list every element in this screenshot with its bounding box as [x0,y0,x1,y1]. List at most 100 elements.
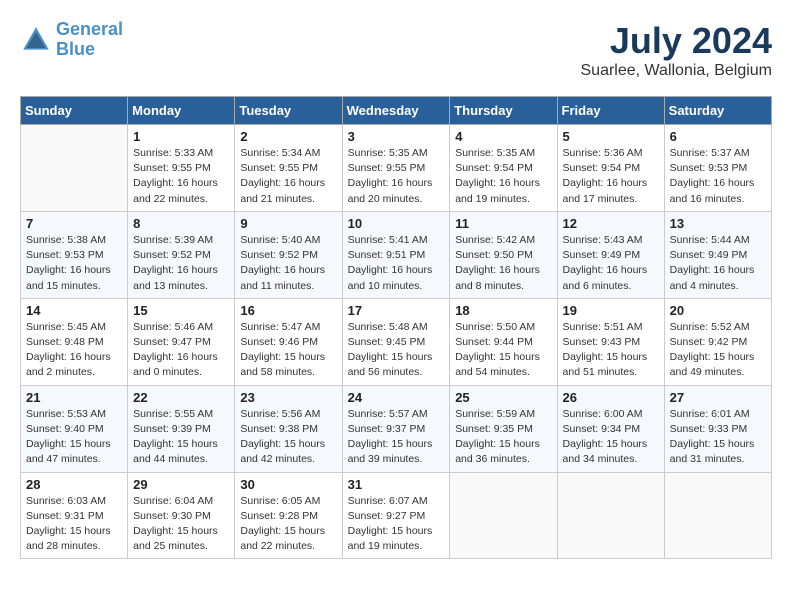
day-number: 6 [670,129,766,144]
day-info: Sunrise: 5:46 AM Sunset: 9:47 PM Dayligh… [133,320,229,381]
day-info: Sunrise: 5:45 AM Sunset: 9:48 PM Dayligh… [26,320,122,381]
calendar-cell: 31Sunrise: 6:07 AM Sunset: 9:27 PM Dayli… [342,472,450,559]
calendar-cell: 16Sunrise: 5:47 AM Sunset: 9:46 PM Dayli… [235,298,342,385]
calendar-cell [664,472,771,559]
day-info: Sunrise: 5:40 AM Sunset: 9:52 PM Dayligh… [240,233,336,294]
day-info: Sunrise: 5:37 AM Sunset: 9:53 PM Dayligh… [670,146,766,207]
calendar-cell: 10 Sunrise: 5:41 AM Sunset: 9:51 PM Dayli… [342,211,450,298]
day-number: 24 [348,390,445,405]
calendar-cell: 8 Sunrise: 5:39 AM Sunset: 9:52 PM Daylig… [128,211,235,298]
page-header: General Blue July 2024 Suarlee, Wallonia… [20,20,772,80]
day-info: Sunrise: 5:51 AM Sunset: 9:43 PM Dayligh… [563,320,659,381]
day-number: 7 [26,216,122,231]
calendar-cell: 3 Sunrise: 5:35 AM Sunset: 9:55 PM Daylig… [342,125,450,212]
calendar-cell [557,472,664,559]
calendar-cell: 26 Sunrise: 6:00 AM Sunset: 9:34 PM Dayli… [557,385,664,472]
day-info: Sunrise: 5:57 AM Sunset: 9:37 PM Dayligh… [348,407,445,468]
week-row-3: 14 Sunrise: 5:45 AM Sunset: 9:48 PM Dayli… [21,298,772,385]
day-number: 11 [455,216,551,231]
calendar-cell [450,472,557,559]
day-number: 4 [455,129,551,144]
col-header-sunday: Sunday [21,97,128,125]
calendar-cell: 14 Sunrise: 5:45 AM Sunset: 9:48 PM Dayli… [21,298,128,385]
day-number: 9 [240,216,336,231]
day-number: 5 [563,129,659,144]
calendar-cell: 4Sunrise: 5:35 AM Sunset: 9:54 PM Daylig… [450,125,557,212]
calendar-cell: 5 Sunrise: 5:36 AM Sunset: 9:54 PM Daylig… [557,125,664,212]
week-row-2: 7 Sunrise: 5:38 AM Sunset: 9:53 PM Daylig… [21,211,772,298]
day-number: 21 [26,390,122,405]
week-row-4: 21Sunrise: 5:53 AM Sunset: 9:40 PM Dayli… [21,385,772,472]
day-info: Sunrise: 5:34 AM Sunset: 9:55 PM Dayligh… [240,146,336,207]
day-info: Sunrise: 5:42 AM Sunset: 9:50 PM Dayligh… [455,233,551,294]
col-header-tuesday: Tuesday [235,97,342,125]
calendar-cell: 30 Sunrise: 6:05 AM Sunset: 9:28 PM Dayli… [235,472,342,559]
day-number: 2 [240,129,336,144]
day-info: Sunrise: 5:59 AM Sunset: 9:35 PM Dayligh… [455,407,551,468]
day-info: Sunrise: 5:43 AM Sunset: 9:49 PM Dayligh… [563,233,659,294]
day-number: 30 [240,477,336,492]
day-number: 3 [348,129,445,144]
calendar-cell: 9 Sunrise: 5:40 AM Sunset: 9:52 PM Daylig… [235,211,342,298]
month-title: July 2024 [581,20,773,62]
calendar-cell: 13 Sunrise: 5:44 AM Sunset: 9:49 PM Dayli… [664,211,771,298]
calendar-cell: 11 Sunrise: 5:42 AM Sunset: 9:50 PM Dayli… [450,211,557,298]
day-number: 10 [348,216,445,231]
day-number: 16 [240,303,336,318]
logo-text2: Blue [56,40,123,60]
logo: General Blue [20,20,123,60]
day-number: 20 [670,303,766,318]
day-number: 8 [133,216,229,231]
day-number: 18 [455,303,551,318]
calendar-cell: 15Sunrise: 5:46 AM Sunset: 9:47 PM Dayli… [128,298,235,385]
calendar-cell: 21Sunrise: 5:53 AM Sunset: 9:40 PM Dayli… [21,385,128,472]
calendar-cell: 25 Sunrise: 5:59 AM Sunset: 9:35 PM Dayli… [450,385,557,472]
day-info: Sunrise: 5:41 AM Sunset: 9:51 PM Dayligh… [348,233,445,294]
day-info: Sunrise: 5:38 AM Sunset: 9:53 PM Dayligh… [26,233,122,294]
day-number: 25 [455,390,551,405]
day-number: 28 [26,477,122,492]
calendar-cell: 2 Sunrise: 5:34 AM Sunset: 9:55 PM Daylig… [235,125,342,212]
day-info: Sunrise: 5:39 AM Sunset: 9:52 PM Dayligh… [133,233,229,294]
col-header-friday: Friday [557,97,664,125]
calendar-cell: 1Sunrise: 5:33 AM Sunset: 9:55 PM Daylig… [128,125,235,212]
day-info: Sunrise: 6:04 AM Sunset: 9:30 PM Dayligh… [133,494,229,555]
day-info: Sunrise: 5:56 AM Sunset: 9:38 PM Dayligh… [240,407,336,468]
week-row-1: 1Sunrise: 5:33 AM Sunset: 9:55 PM Daylig… [21,125,772,212]
col-header-monday: Monday [128,97,235,125]
day-number: 23 [240,390,336,405]
col-header-saturday: Saturday [664,97,771,125]
day-number: 17 [348,303,445,318]
logo-text: General [56,20,123,40]
day-number: 29 [133,477,229,492]
day-number: 26 [563,390,659,405]
day-number: 14 [26,303,122,318]
day-number: 27 [670,390,766,405]
logo-icon [20,24,52,56]
calendar-cell: 19Sunrise: 5:51 AM Sunset: 9:43 PM Dayli… [557,298,664,385]
day-info: Sunrise: 5:33 AM Sunset: 9:55 PM Dayligh… [133,146,229,207]
calendar-cell: 24 Sunrise: 5:57 AM Sunset: 9:37 PM Dayli… [342,385,450,472]
calendar-cell: 29 Sunrise: 6:04 AM Sunset: 9:30 PM Dayli… [128,472,235,559]
day-number: 13 [670,216,766,231]
calendar-cell [21,125,128,212]
day-info: Sunrise: 5:35 AM Sunset: 9:55 PM Dayligh… [348,146,445,207]
week-row-5: 28Sunrise: 6:03 AM Sunset: 9:31 PM Dayli… [21,472,772,559]
day-number: 22 [133,390,229,405]
day-info: Sunrise: 5:44 AM Sunset: 9:49 PM Dayligh… [670,233,766,294]
col-header-wednesday: Wednesday [342,97,450,125]
day-info: Sunrise: 5:36 AM Sunset: 9:54 PM Dayligh… [563,146,659,207]
calendar-cell: 12Sunrise: 5:43 AM Sunset: 9:49 PM Dayli… [557,211,664,298]
calendar-table: SundayMondayTuesdayWednesdayThursdayFrid… [20,96,772,559]
col-header-thursday: Thursday [450,97,557,125]
day-info: Sunrise: 6:00 AM Sunset: 9:34 PM Dayligh… [563,407,659,468]
day-info: Sunrise: 5:52 AM Sunset: 9:42 PM Dayligh… [670,320,766,381]
calendar-cell: 23 Sunrise: 5:56 AM Sunset: 9:38 PM Dayli… [235,385,342,472]
calendar-cell: 18Sunrise: 5:50 AM Sunset: 9:44 PM Dayli… [450,298,557,385]
location-subtitle: Suarlee, Wallonia, Belgium [581,62,773,80]
calendar-cell: 27Sunrise: 6:01 AM Sunset: 9:33 PM Dayli… [664,385,771,472]
calendar-cell: 22Sunrise: 5:55 AM Sunset: 9:39 PM Dayli… [128,385,235,472]
calendar-header-row: SundayMondayTuesdayWednesdayThursdayFrid… [21,97,772,125]
calendar-cell: 7 Sunrise: 5:38 AM Sunset: 9:53 PM Daylig… [21,211,128,298]
day-info: Sunrise: 6:05 AM Sunset: 9:28 PM Dayligh… [240,494,336,555]
